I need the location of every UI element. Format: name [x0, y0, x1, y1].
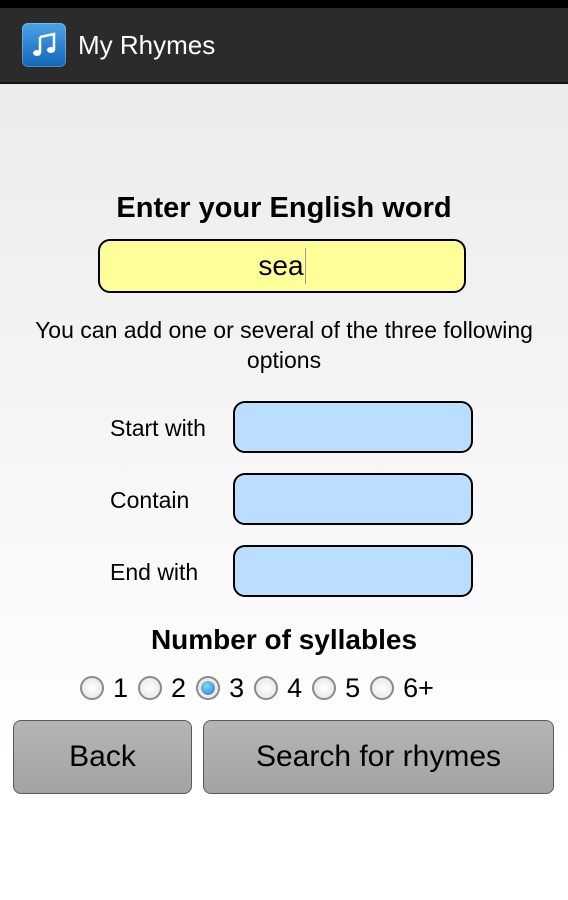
radio-label: 2: [171, 672, 187, 703]
options-hint: You can add one or several of the three …: [35, 317, 533, 373]
syllable-option-3[interactable]: 3: [196, 673, 244, 704]
radio-label: 3: [229, 672, 245, 703]
start-with-label: Start with: [110, 415, 206, 441]
radio-label: 6+: [403, 672, 434, 703]
word-label: Enter your English word: [116, 192, 452, 224]
status-bar: [0, 0, 568, 8]
syllable-option-1[interactable]: 1: [80, 673, 128, 704]
radio-button[interactable]: [138, 676, 163, 700]
word-input-value: sea: [258, 250, 304, 281]
search-rhymes-button[interactable]: Search for rhymes: [203, 720, 554, 794]
action-bar: My Rhymes: [0, 8, 568, 84]
word-input[interactable]: sea: [98, 239, 466, 293]
contain-label: Contain: [110, 487, 190, 513]
syllable-option-5[interactable]: 5: [312, 673, 360, 704]
syllable-option-2[interactable]: 2: [138, 673, 186, 704]
radio-button[interactable]: [196, 676, 221, 700]
syllable-option-4[interactable]: 4: [254, 673, 302, 704]
radio-button[interactable]: [370, 676, 395, 700]
back-button[interactable]: Back: [13, 720, 192, 794]
radio-label: 4: [287, 672, 303, 703]
radio-button[interactable]: [312, 676, 337, 700]
radio-label: 5: [345, 672, 361, 703]
syllables-label: Number of syllables: [150, 624, 418, 655]
end-with-input[interactable]: [233, 545, 473, 597]
music-note-icon[interactable]: [22, 23, 66, 67]
start-with-input[interactable]: [233, 401, 473, 453]
text-caret: [304, 248, 306, 284]
syllable-option-6plus[interactable]: 6+: [370, 673, 434, 704]
app-title: My Rhymes: [78, 29, 216, 60]
syllables-radio-group: 1 2 3 4 5 6+: [80, 671, 444, 705]
contain-input[interactable]: [233, 473, 473, 525]
radio-button[interactable]: [254, 676, 279, 700]
end-with-label: End with: [110, 559, 199, 585]
radio-label: 1: [113, 672, 129, 703]
radio-button[interactable]: [80, 676, 104, 700]
